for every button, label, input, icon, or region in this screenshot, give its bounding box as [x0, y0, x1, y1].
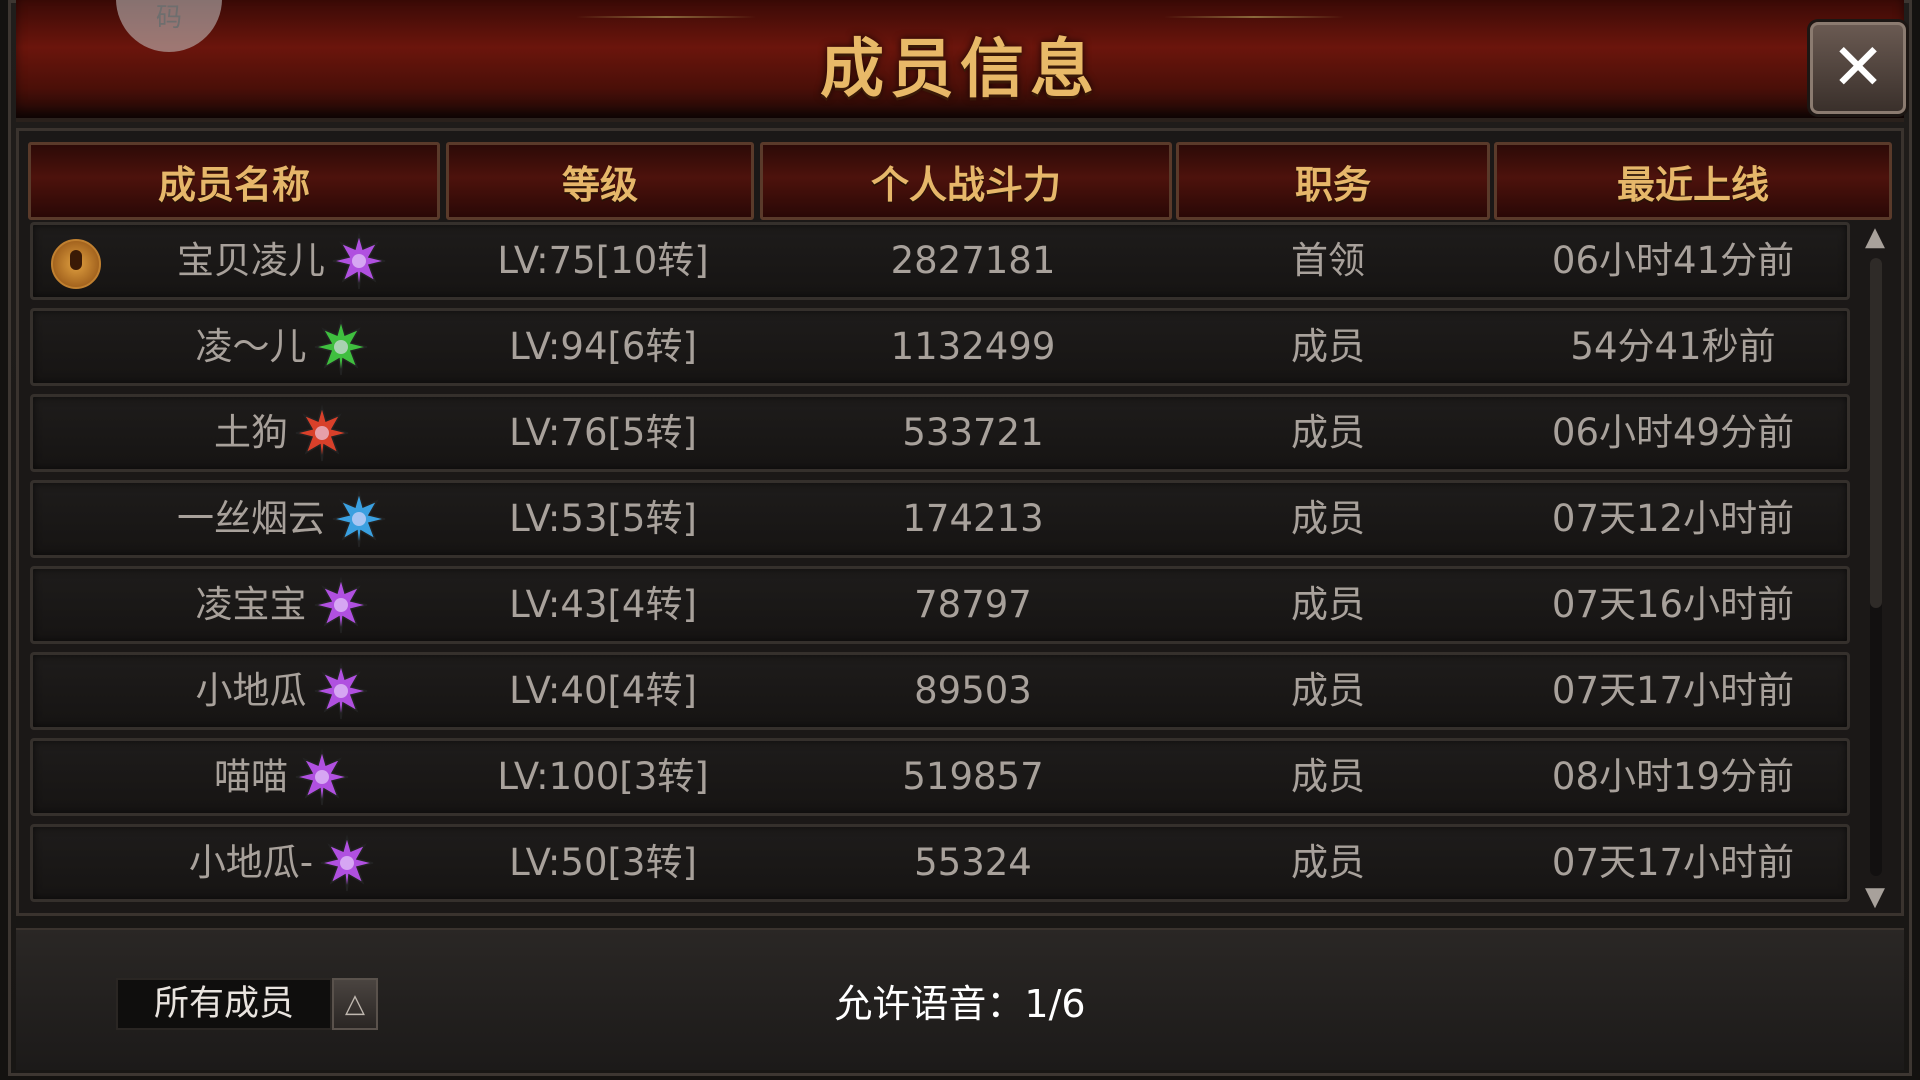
column-header-last-online[interactable]: 最近上线 [1494, 142, 1892, 220]
member-name-cell: 凌～儿 [73, 311, 493, 383]
member-role: 成员 [1291, 411, 1365, 454]
member-row[interactable]: 一丝烟云 LV:53[5转] 174213 成员 07天12小时前 [30, 480, 1850, 558]
member-level: LV:43[4转] [509, 583, 697, 626]
member-last-online: 54分41秒前 [1570, 325, 1776, 368]
member-name-cell: 小地瓜 [73, 655, 493, 727]
member-name: 凌～儿 [195, 325, 307, 368]
column-header-role[interactable]: 职务 [1176, 142, 1490, 220]
scroll-thumb[interactable] [1870, 258, 1882, 608]
member-level: LV:40[4转] [509, 669, 697, 712]
member-name-cell: 凌宝宝 [73, 569, 493, 641]
member-power: 533721 [902, 411, 1044, 454]
member-role: 成员 [1291, 669, 1365, 712]
scroll-up-arrow-icon[interactable]: ▲ [1860, 222, 1890, 252]
member-last-online: 07天17小时前 [1551, 841, 1795, 884]
member-row[interactable]: 小地瓜 LV:40[4转] 89503 成员 07天17小时前 [30, 652, 1850, 730]
member-level: LV:50[3转] [509, 841, 697, 884]
member-last-online: 07天17小时前 [1551, 669, 1795, 712]
close-button[interactable]: ✕ [1810, 22, 1906, 114]
column-header-power[interactable]: 个人战斗力 [760, 142, 1172, 220]
member-level: LV:94[6转] [509, 325, 697, 368]
member-power: 55324 [914, 841, 1032, 884]
member-role: 首领 [1291, 239, 1365, 282]
rank-emblem-icon [314, 576, 367, 634]
column-header-level[interactable]: 等级 [446, 142, 754, 220]
member-name: 宝贝凌儿 [177, 239, 325, 282]
voice-permission-status: 允许语音：1/6 [834, 982, 1086, 1026]
member-list-scrollbar[interactable]: ▲ ▼ [1860, 222, 1890, 912]
member-last-online: 07天16小时前 [1551, 583, 1795, 626]
member-role: 成员 [1291, 497, 1365, 540]
rank-emblem-icon [295, 404, 349, 462]
member-power: 519857 [902, 755, 1044, 798]
member-row[interactable]: 凌宝宝 LV:43[4转] 78797 成员 07天16小时前 [30, 566, 1850, 644]
member-row[interactable]: 喵喵 LV:100[3转] 519857 成员 08小时19分前 [30, 738, 1850, 816]
member-row[interactable]: 土狗 LV:76[5转] 533721 成员 06小时49分前 [30, 394, 1850, 472]
member-name: 一丝烟云 [177, 497, 325, 540]
member-role: 成员 [1291, 841, 1365, 884]
member-role: 成员 [1291, 755, 1365, 798]
scroll-down-arrow-icon[interactable]: ▼ [1860, 882, 1890, 912]
rank-emblem-icon [295, 748, 349, 806]
column-header-name[interactable]: 成员名称 [28, 142, 440, 220]
member-row[interactable]: 凌～儿 LV:94[6转] 1132499 成员 54分41秒前 [30, 308, 1850, 386]
rank-emblem-icon [320, 834, 374, 892]
member-name-cell: 宝贝凌儿 [73, 225, 493, 297]
rank-emblem-icon [314, 662, 367, 720]
member-name: 小地瓜 [195, 669, 307, 712]
member-last-online: 06小时49分前 [1551, 411, 1795, 454]
member-power: 78797 [914, 583, 1032, 626]
rank-emblem-icon [332, 490, 386, 548]
member-level: LV:75[10转] [497, 239, 709, 282]
member-power: 174213 [902, 497, 1044, 540]
member-role: 成员 [1291, 583, 1365, 626]
member-name-cell: 喵喵 [73, 741, 493, 813]
member-row[interactable]: 宝贝凌儿 LV:75[10转] 2827181 首领 06小时41分前 [30, 222, 1850, 300]
member-name-cell: 一丝烟云 [73, 483, 493, 555]
member-name: 喵喵 [214, 755, 288, 798]
rank-emblem-icon [332, 232, 386, 290]
member-last-online: 08小时19分前 [1551, 755, 1795, 798]
member-role: 成员 [1291, 325, 1365, 368]
member-level: LV:76[5转] [509, 411, 697, 454]
rank-emblem-icon [314, 318, 367, 376]
member-last-online: 07天12小时前 [1551, 497, 1795, 540]
member-power: 89503 [914, 669, 1032, 712]
member-name-cell: 小地瓜- [73, 827, 493, 899]
member-name-cell: 土狗 [73, 397, 493, 469]
member-last-online: 06小时41分前 [1551, 239, 1795, 282]
member-level: LV:53[5转] [509, 497, 697, 540]
member-row[interactable]: 小地瓜- LV:50[3转] 55324 成员 07天17小时前 [30, 824, 1850, 902]
member-level: LV:100[3转] [497, 755, 709, 798]
member-power: 1132499 [890, 325, 1056, 368]
member-name: 土狗 [214, 411, 288, 454]
member-name: 凌宝宝 [195, 583, 307, 626]
window-title: 成员信息 [820, 33, 1100, 107]
member-power: 2827181 [890, 239, 1056, 282]
member-name: 小地瓜- [188, 841, 314, 884]
